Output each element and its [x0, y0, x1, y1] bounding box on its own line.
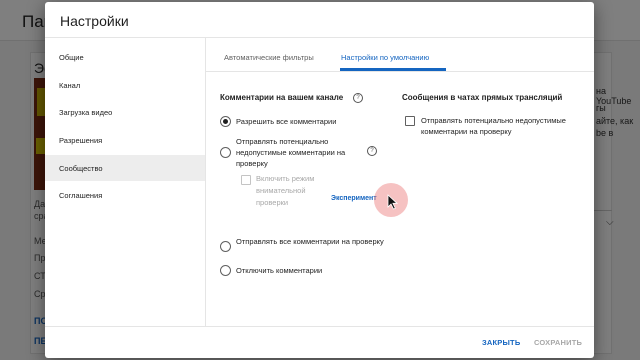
radio-hold-all-comments[interactable]	[220, 241, 231, 252]
radio-label: Отправлять потенциально недопустимые ком…	[236, 137, 346, 168]
radio-label: Разрешить все комментарии	[236, 117, 337, 126]
save-button[interactable]: СОХРАНИТЬ	[534, 338, 582, 347]
nav-item-label: Загрузка видео	[59, 108, 113, 117]
nav-item-label: Сообщество	[59, 164, 103, 173]
settings-nav: Общие Канал Загрузка видео Разрешения Со…	[45, 38, 206, 326]
radio-disable-comments[interactable]	[220, 265, 231, 276]
radio-label: Отправлять все комментарии на проверку	[236, 237, 384, 246]
active-tab-indicator	[340, 68, 446, 71]
nav-item-label: Разрешения	[59, 136, 103, 145]
comments-section-title: Комментарии на вашем канале	[220, 93, 344, 102]
mouse-pointer-icon	[387, 194, 399, 215]
nav-item-agreements[interactable]: Соглашения	[45, 182, 205, 208]
nav-item-label: Канал	[59, 81, 81, 90]
nav-item-community[interactable]: Сообщество	[45, 155, 205, 181]
checkbox-increased-strictness[interactable]	[241, 175, 251, 185]
checkbox-label: Включить режим внимательной проверки	[256, 174, 315, 207]
radio-allow-all-comments[interactable]	[220, 116, 231, 127]
settings-dialog: Настройки Общие Канал Загрузка видео Раз…	[45, 2, 594, 358]
nav-item-channel[interactable]: Канал	[45, 72, 205, 98]
community-tabs: Автоматические фильтры Настройки по умол…	[206, 38, 594, 72]
divider	[45, 326, 594, 327]
radio-hold-potentially-inappropriate[interactable]	[220, 147, 231, 158]
checkbox-label: Отправлять потенциально недопустимые ком…	[421, 116, 566, 136]
help-icon[interactable]: ?	[353, 93, 363, 103]
experiment-badge: Эксперимент	[331, 195, 377, 202]
close-button[interactable]: ЗАКРЫТЬ	[482, 338, 520, 347]
help-icon[interactable]: ?	[367, 146, 377, 156]
checkbox-live-chat-hold[interactable]	[405, 116, 415, 126]
tab-defaults[interactable]: Настройки по умолчанию	[341, 53, 429, 62]
nav-item-permissions[interactable]: Разрешения	[45, 127, 205, 153]
tab-automated-filters[interactable]: Автоматические фильтры	[224, 53, 314, 62]
nav-item-label: Общие	[59, 53, 84, 62]
nav-item-label: Соглашения	[59, 191, 103, 200]
live-chat-section-title: Сообщения в чатах прямых трансляций	[402, 93, 563, 102]
nav-item-general[interactable]: Общие	[45, 44, 205, 70]
dialog-title: Настройки	[60, 13, 129, 29]
nav-item-upload-defaults[interactable]: Загрузка видео	[45, 99, 205, 125]
radio-label: Отключить комментарии	[236, 266, 323, 275]
